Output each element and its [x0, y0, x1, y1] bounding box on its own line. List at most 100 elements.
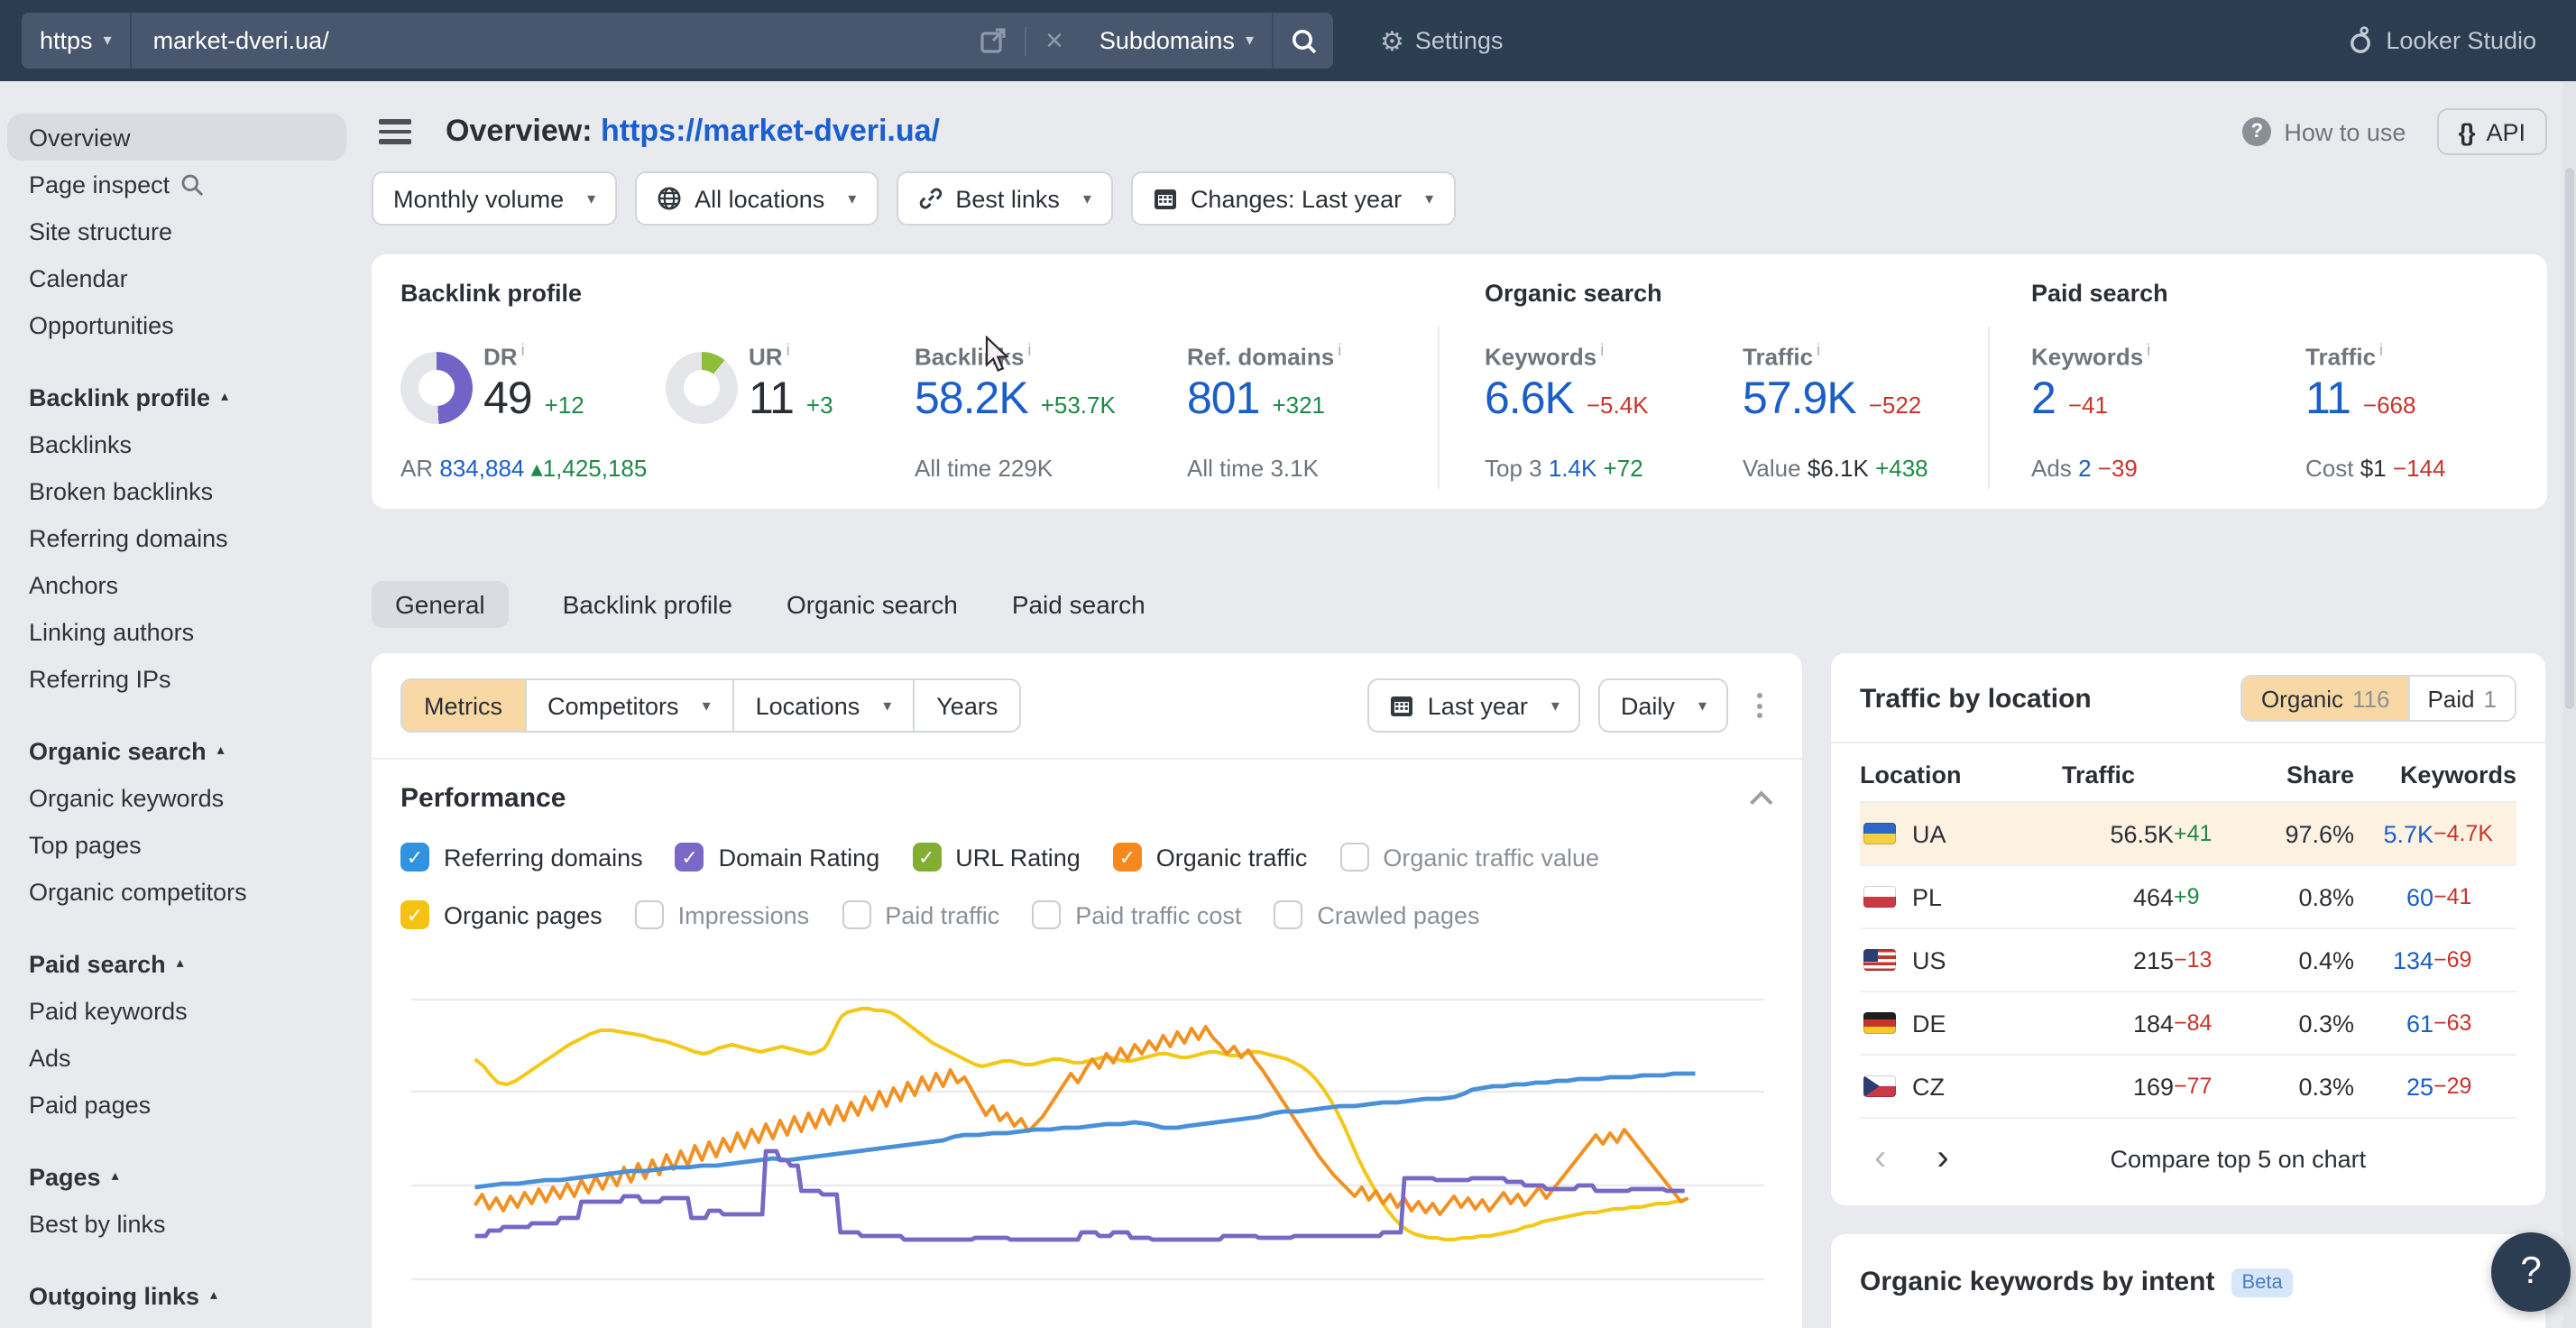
sidebar-section-paid-search[interactable]: Paid search▴ — [7, 940, 346, 987]
toggle-paid[interactable]: Paid 1 — [2407, 677, 2515, 720]
globe-icon — [657, 186, 682, 211]
open-external-icon[interactable] — [980, 27, 1007, 54]
date-range-button[interactable]: Last year ▾ — [1368, 678, 1581, 733]
next-page-icon[interactable]: › — [1926, 1140, 1959, 1176]
filter-monthly-volume[interactable]: Monthly volume▾ — [372, 171, 617, 226]
sidebar-item-referring-ips[interactable]: Referring IPs — [7, 655, 346, 702]
metric-checkbox-impressions[interactable]: Impressions — [635, 900, 810, 929]
toggle-organic[interactable]: Organic 116 — [2243, 677, 2408, 720]
sidebar-item-paid-keywords[interactable]: Paid keywords — [7, 987, 346, 1034]
table-row[interactable]: DE184−840.3%61−63 — [1860, 991, 2516, 1055]
tab-general[interactable]: General — [372, 581, 509, 628]
sidebar-item-opportunities[interactable]: Opportunities — [7, 301, 346, 348]
info-icon[interactable]: i — [2147, 341, 2150, 359]
ar-value[interactable]: 834,884 — [439, 455, 524, 482]
info-icon[interactable]: i — [1817, 341, 1820, 359]
info-icon[interactable]: i — [1600, 341, 1604, 359]
sidebar-item-page-inspect[interactable]: Page inspect — [7, 161, 346, 208]
sidebar-section-outgoing-links[interactable]: Outgoing links▴ — [7, 1272, 346, 1319]
backlinks-value[interactable]: 58.2K — [915, 374, 1028, 426]
table-row[interactable]: CZ169−770.3%25−29 — [1860, 1055, 2516, 1118]
sidebar-item-broken-backlinks[interactable]: Broken backlinks — [7, 467, 346, 514]
metric-checkbox-label: Domain Rating — [719, 844, 880, 871]
search-button[interactable] — [1272, 13, 1333, 69]
info-icon[interactable]: i — [521, 341, 525, 359]
sidebar-item-best-by-links[interactable]: Best by links — [7, 1200, 346, 1247]
compare-top5-link[interactable]: Compare top 5 on chart — [1960, 1145, 2516, 1172]
sidebar-item-paid-pages[interactable]: Paid pages — [7, 1081, 346, 1128]
segment-locations[interactable]: Locations▾ — [732, 680, 914, 731]
paid-keywords-value[interactable]: 2 — [2031, 374, 2056, 426]
settings-button[interactable]: ⚙ Settings — [1380, 24, 1503, 57]
metric-checkbox-domain-rating[interactable]: ✓Domain Rating — [676, 843, 880, 872]
page-scrollbar[interactable] — [2563, 81, 2576, 1328]
info-icon[interactable]: i — [1027, 341, 1031, 359]
looker-studio-button[interactable]: Looker Studio — [2346, 25, 2536, 56]
filter-best-links[interactable]: Best links▾ — [896, 171, 1113, 226]
tab-paid-search[interactable]: Paid search — [1012, 581, 1145, 628]
metric-checkbox-organic-traffic[interactable]: ✓Organic traffic — [1113, 843, 1308, 872]
sidebar-item-anchors[interactable]: Anchors — [7, 561, 346, 608]
metric-checkbox-crawled-pages[interactable]: Crawled pages — [1274, 900, 1479, 929]
metric-checkbox-organic-traffic-value[interactable]: Organic traffic value — [1339, 843, 1599, 872]
url-input[interactable]: market-dveri.ua/ — [130, 13, 962, 69]
keywords-value[interactable]: 25 — [2354, 1055, 2433, 1118]
organic-traffic-value[interactable]: 57.9K — [1743, 374, 1856, 426]
table-row[interactable]: PL464+90.8%60−41 — [1860, 865, 2516, 928]
help-fab-button[interactable]: ? — [2491, 1232, 2571, 1312]
ref-domains-value[interactable]: 801 — [1187, 374, 1259, 426]
tab-organic-search[interactable]: Organic search — [787, 581, 958, 628]
paid-traffic-value[interactable]: 11 — [2305, 374, 2351, 426]
sidebar-section-backlink-profile[interactable]: Backlink profile▴ — [7, 374, 346, 420]
keywords-value[interactable]: 5.7K — [2354, 802, 2433, 865]
sidebar-item-ads[interactable]: Ads — [7, 1034, 346, 1081]
menu-icon[interactable] — [379, 120, 411, 144]
page-title-url-link[interactable]: https://market-dveri.ua/ — [601, 114, 940, 148]
performance-chart[interactable] — [400, 944, 1773, 1306]
segment-years[interactable]: Years — [913, 680, 1019, 731]
clear-url-icon[interactable]: × — [1045, 25, 1063, 56]
table-row[interactable]: US215−130.4%134−69 — [1860, 928, 2516, 991]
sidebar-item-overview[interactable]: Overview — [7, 114, 346, 161]
date-range-label: Last year — [1428, 692, 1528, 719]
granularity-button[interactable]: Daily ▾ — [1599, 678, 1728, 733]
metric-checkbox-paid-traffic[interactable]: Paid traffic — [842, 900, 999, 929]
keywords-value[interactable]: 60 — [2354, 865, 2433, 928]
tab-backlink-profile[interactable]: Backlink profile — [563, 581, 732, 628]
info-icon[interactable]: i — [787, 341, 790, 359]
metric-checkbox-url-rating[interactable]: ✓URL Rating — [912, 843, 1081, 872]
filter-all-locations[interactable]: All locations▾ — [635, 171, 878, 226]
organic-keywords-value[interactable]: 6.6K — [1485, 374, 1574, 426]
info-icon[interactable]: i — [1338, 341, 1341, 359]
sidebar-section-organic-search[interactable]: Organic search▴ — [7, 727, 346, 774]
sidebar-item-organic-keywords[interactable]: Organic keywords — [7, 774, 346, 821]
url-bar: https ▾ market-dveri.ua/ × Subdomains ▾ — [22, 13, 1333, 69]
sidebar-item-organic-competitors[interactable]: Organic competitors — [7, 868, 346, 915]
keywords-value[interactable]: 134 — [2354, 928, 2433, 991]
segment-competitors[interactable]: Competitors▾ — [524, 680, 732, 731]
metric-checkbox-paid-traffic-cost[interactable]: Paid traffic cost — [1032, 900, 1241, 929]
sidebar-item-referring-domains[interactable]: Referring domains — [7, 514, 346, 561]
segment-metrics[interactable]: Metrics — [402, 680, 524, 731]
prev-page-icon[interactable]: ‹ — [1863, 1140, 1897, 1176]
keywords-value[interactable]: 61 — [2354, 991, 2433, 1055]
how-to-use-button[interactable]: ? How to use — [2242, 117, 2406, 146]
sidebar-item-site-structure[interactable]: Site structure — [7, 208, 346, 254]
scope-dropdown[interactable]: Subdomains ▾ — [1081, 13, 1272, 69]
protocol-dropdown[interactable]: https ▾ — [22, 13, 130, 69]
sidebar-item-linking-authors[interactable]: Linking authors — [7, 608, 346, 655]
metric-checkbox-organic-pages[interactable]: ✓Organic pages — [400, 900, 603, 929]
more-options-icon[interactable] — [1746, 686, 1773, 725]
sidebar-item-backlinks[interactable]: Backlinks — [7, 420, 346, 467]
collapse-chevron-icon[interactable] — [1750, 791, 1772, 814]
sidebar-item-linked-domains[interactable]: Linked domains — [7, 1319, 346, 1328]
table-row[interactable]: UA56.5K+4197.6%5.7K−4.7K — [1860, 802, 2516, 865]
api-button[interactable]: {} API — [2436, 108, 2547, 155]
sidebar-item-calendar[interactable]: Calendar — [7, 254, 346, 301]
metric-checkbox-referring-domains[interactable]: ✓Referring domains — [400, 843, 643, 872]
metric-checkbox-label: Referring domains — [444, 844, 643, 871]
sidebar-item-top-pages[interactable]: Top pages — [7, 821, 346, 868]
filter-changes-last-year[interactable]: Changes: Last year▾ — [1131, 171, 1455, 226]
info-icon[interactable]: i — [2379, 341, 2383, 359]
sidebar-section-pages[interactable]: Pages▴ — [7, 1153, 346, 1200]
